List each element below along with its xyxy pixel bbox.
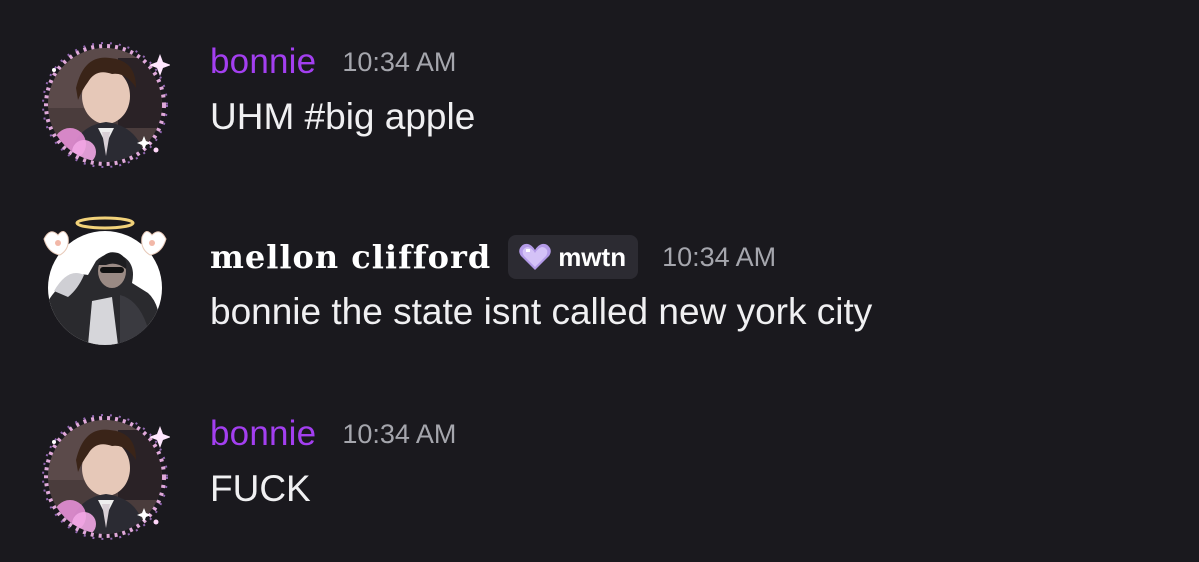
avatar[interactable] xyxy=(40,40,170,170)
avatar[interactable] xyxy=(40,215,170,345)
username[interactable]: bonnie xyxy=(210,40,316,84)
avatar-photo xyxy=(48,231,162,345)
message: bonnie 10:34 AM UHM #big apple xyxy=(0,40,1199,190)
message-content: bonnie the state isnt called new york ci… xyxy=(210,291,873,332)
clan-tag[interactable]: mwtn xyxy=(508,235,639,279)
message-content: UHM #big apple xyxy=(210,96,476,137)
message: bonnie 10:34 AM FUCK xyxy=(0,412,1199,562)
avatar-photo xyxy=(48,420,162,534)
username[interactable]: mellon clifford xyxy=(210,235,491,279)
message-content: FUCK xyxy=(210,468,311,509)
avatar-photo xyxy=(48,48,162,162)
avatar[interactable] xyxy=(40,412,170,542)
username[interactable]: bonnie xyxy=(210,412,316,456)
message-header: bonnie 10:34 AM xyxy=(210,412,456,456)
message: mellon clifford mwtn 10:34 AM bonnie the… xyxy=(0,216,1199,385)
timestamp[interactable]: 10:34 AM xyxy=(342,47,456,78)
message-header: mellon clifford mwtn 10:34 AM xyxy=(210,235,776,279)
timestamp[interactable]: 10:34 AM xyxy=(662,242,776,273)
purple-heart-icon xyxy=(519,243,551,270)
message-header: bonnie 10:34 AM xyxy=(210,40,456,84)
clan-tag-label: mwtn xyxy=(558,241,627,272)
timestamp[interactable]: 10:34 AM xyxy=(342,419,456,450)
